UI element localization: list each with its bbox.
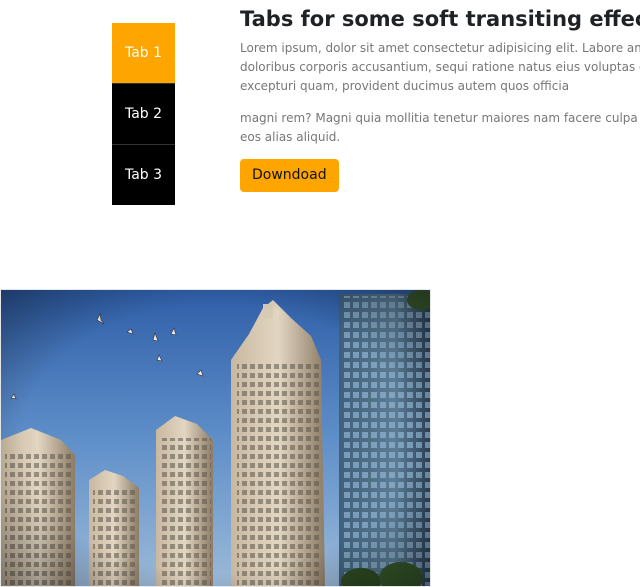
building-photo: [0, 289, 431, 587]
tab-1[interactable]: Tab 1: [112, 23, 175, 84]
tab-label: Tab 1: [124, 45, 163, 61]
tab-label: Tab 2: [124, 106, 163, 122]
tab-3[interactable]: Tab 3: [112, 145, 175, 205]
page: Tab 1 Tab 2 Tab 3 Tabs for some soft tra…: [0, 0, 640, 587]
tab-2[interactable]: Tab 2: [112, 84, 175, 145]
download-button[interactable]: Downdoad: [240, 159, 339, 192]
content-title: Tabs for some soft transiting effects: [240, 7, 640, 31]
content-paragraph-1: Lorem ipsum, dolor sit amet consectetur …: [240, 41, 640, 93]
building-photo-illustration: [1, 290, 430, 586]
vertical-tab-list: Tab 1 Tab 2 Tab 3: [112, 23, 175, 205]
content-paragraph-2: magni rem? Magni quia mollitia tenetur m…: [240, 111, 638, 144]
tab-label: Tab 3: [124, 167, 163, 183]
tab-content-panel: Tabs for some soft transiting effects Lo…: [240, 4, 640, 192]
